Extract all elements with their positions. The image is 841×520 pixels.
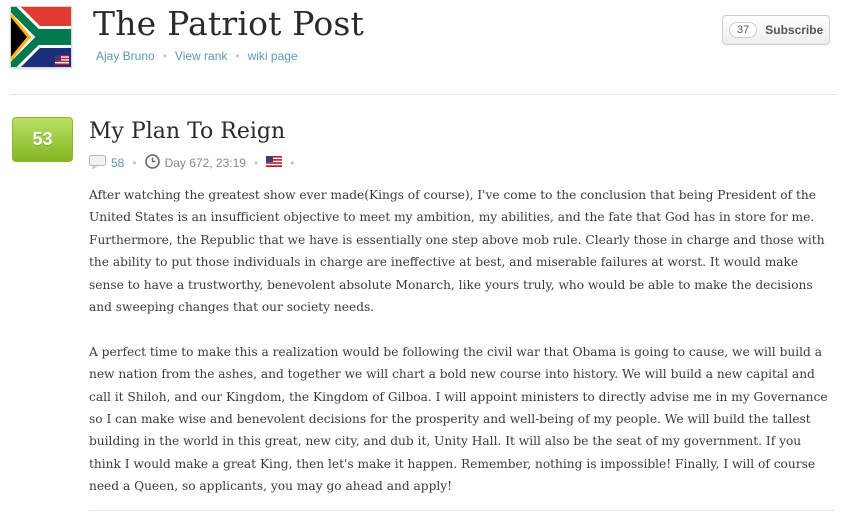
usa-flag-icon (265, 155, 283, 170)
separator-dot: • (235, 49, 240, 63)
newspaper-avatar[interactable] (10, 6, 72, 68)
subscribe-button[interactable]: 37 Subscribe (722, 15, 830, 45)
newspaper-links: Ajay Bruno • View rank • wiki page (96, 49, 298, 63)
article-body: After watching the greatest show ever ma… (89, 184, 829, 520)
owner-link[interactable]: Ajay Bruno (96, 49, 155, 63)
subscribe-label: Subscribe (765, 23, 824, 37)
article-title: My Plan To Reign (89, 119, 286, 144)
usa-flag-icon (55, 55, 69, 65)
article-meta: 58 • Day 672, 23:19 • • (89, 154, 302, 172)
separator-dot: • (162, 49, 167, 63)
publish-date: Day 672, 23:19 (164, 156, 246, 170)
vote-count-badge[interactable]: 53 (12, 117, 73, 162)
article-paragraph: After watching the greatest show ever ma… (89, 188, 825, 315)
wiki-page-link[interactable]: wiki page (248, 49, 298, 63)
separator-dot: • (132, 156, 137, 170)
newspaper-title[interactable]: The Patriot Post (93, 4, 364, 43)
article-paragraph: A perfect time to make this a realizatio… (89, 344, 828, 494)
comment-icon (89, 154, 107, 172)
comments-link[interactable]: 58 (111, 156, 124, 170)
separator-dot: • (253, 156, 259, 170)
separator-dot: • (290, 156, 295, 170)
view-rank-link[interactable]: View rank (175, 49, 227, 63)
subscriber-count: 37 (729, 22, 758, 38)
header-divider (10, 94, 836, 95)
article-bottom-divider (89, 510, 835, 511)
clock-icon (144, 154, 160, 172)
